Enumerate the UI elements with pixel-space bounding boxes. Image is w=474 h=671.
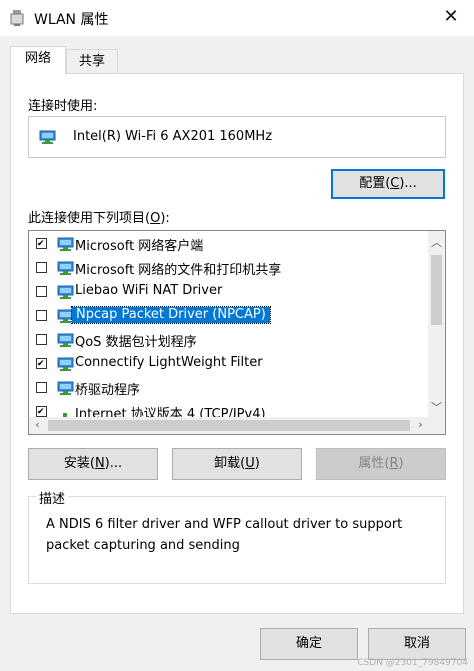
- item-label: 桥驱动程序: [75, 383, 141, 398]
- item-label: Liebao WiFi NAT Driver: [75, 283, 223, 298]
- scroll-left-icon[interactable]: ‹: [29, 418, 46, 431]
- scroll-up-icon[interactable]: ︿: [428, 234, 445, 250]
- install-label: 安装(: [63, 456, 95, 471]
- configure-accesskey: C: [390, 176, 400, 191]
- watermark: CSDN @2301_79849704: [357, 658, 468, 668]
- list-item[interactable]: Connectify LightWeight Filter: [29, 353, 425, 375]
- tab-sharing-label: 共享: [78, 54, 105, 69]
- network-service-icon: [57, 381, 74, 395]
- item-label: Microsoft 网络客户端: [75, 239, 204, 254]
- scroll-down-icon[interactable]: ﹀: [428, 399, 445, 415]
- uninstall-accesskey: U: [245, 456, 255, 471]
- properties-button[interactable]: 属性(R): [316, 448, 446, 480]
- install-accesskey: N: [94, 456, 105, 471]
- description-text: A NDIS 6 filter driver and WFP callout d…: [46, 517, 403, 553]
- wlan-adapter-icon: [10, 10, 24, 26]
- item-checkbox[interactable]: [36, 406, 47, 417]
- uninstall-suffix: ): [254, 456, 260, 471]
- items-list[interactable]: Microsoft 网络客户端 Microsoft 网络的文件和打印机共享 Li…: [28, 230, 446, 435]
- list-item-selected[interactable]: Npcap Packet Driver (NPCAP): [29, 305, 425, 327]
- items-label-prefix: 此连接使用下列项目(: [28, 211, 151, 226]
- list-item[interactable]: Microsoft 网络客户端: [29, 233, 425, 255]
- item-checkbox[interactable]: [36, 262, 47, 273]
- item-checkbox[interactable]: [36, 238, 47, 249]
- horizontal-scroll-thumb[interactable]: [48, 420, 410, 431]
- properties-suffix: ): [398, 456, 404, 471]
- items-label: 此连接使用下列项目(O):: [28, 207, 170, 226]
- vertical-scrollbar[interactable]: ︿ ﹀: [428, 231, 445, 417]
- tab-sharing[interactable]: 共享: [66, 49, 118, 73]
- vertical-scroll-thumb[interactable]: [431, 255, 442, 325]
- ok-button[interactable]: 确定: [260, 628, 358, 660]
- scroll-corner: [428, 417, 445, 434]
- list-item[interactable]: Liebao WiFi NAT Driver: [29, 281, 425, 303]
- tab-network-label: 网络: [24, 51, 51, 66]
- list-item[interactable]: 桥驱动程序: [29, 377, 425, 399]
- uninstall-button[interactable]: 卸载(U): [172, 448, 302, 480]
- ok-label: 确定: [295, 636, 322, 651]
- item-checkbox[interactable]: [36, 310, 47, 321]
- list-item[interactable]: QoS 数据包计划程序: [29, 329, 425, 351]
- network-adapter-icon: [39, 130, 56, 144]
- network-service-icon: [57, 357, 74, 371]
- item-label: Npcap Packet Driver (NPCAP): [71, 306, 271, 324]
- adapter-field: Intel(R) Wi-Fi 6 AX201 160MHz: [28, 116, 446, 158]
- uninstall-label: 卸载(: [214, 456, 246, 471]
- item-label: Connectify LightWeight Filter: [75, 355, 263, 370]
- install-suffix: )...: [104, 456, 123, 471]
- item-checkbox[interactable]: [36, 382, 47, 393]
- list-item[interactable]: Microsoft 网络的文件和打印机共享: [29, 257, 425, 279]
- item-checkbox[interactable]: [36, 334, 47, 345]
- network-service-icon: [57, 261, 74, 275]
- install-button[interactable]: 安装(N)...: [28, 448, 158, 480]
- title-bar: WLAN 属性 ✕: [0, 0, 474, 36]
- horizontal-scrollbar[interactable]: ‹ ›: [29, 417, 429, 434]
- adapter-name: Intel(R) Wi-Fi 6 AX201 160MHz: [73, 129, 273, 144]
- items-label-suffix: ):: [160, 211, 170, 226]
- properties-label: 属性(: [358, 456, 390, 471]
- close-icon: ✕: [443, 6, 459, 27]
- item-label: Microsoft 网络的文件和打印机共享: [75, 263, 282, 278]
- window-title: WLAN 属性: [34, 12, 109, 28]
- tab-network[interactable]: 网络: [10, 46, 66, 74]
- cancel-label: 取消: [403, 636, 430, 651]
- network-service-icon: [57, 333, 74, 347]
- properties-accesskey: R: [389, 456, 399, 471]
- configure-button[interactable]: 配置(C)...: [331, 169, 445, 199]
- connect-using-label: 连接时使用:: [28, 99, 98, 114]
- network-service-icon: [57, 285, 74, 299]
- description-label: 描述: [36, 488, 69, 507]
- item-checkbox[interactable]: [36, 286, 47, 297]
- network-client-icon: [57, 237, 74, 251]
- configure-suffix: )...: [399, 176, 417, 191]
- item-label: QoS 数据包计划程序: [75, 335, 197, 350]
- scroll-right-icon[interactable]: ›: [412, 418, 429, 431]
- item-checkbox[interactable]: [36, 358, 47, 369]
- items-label-accesskey: O: [150, 211, 161, 226]
- cancel-button[interactable]: 取消: [368, 628, 466, 660]
- configure-label: 配置(: [359, 176, 391, 191]
- close-button[interactable]: ✕: [428, 0, 474, 36]
